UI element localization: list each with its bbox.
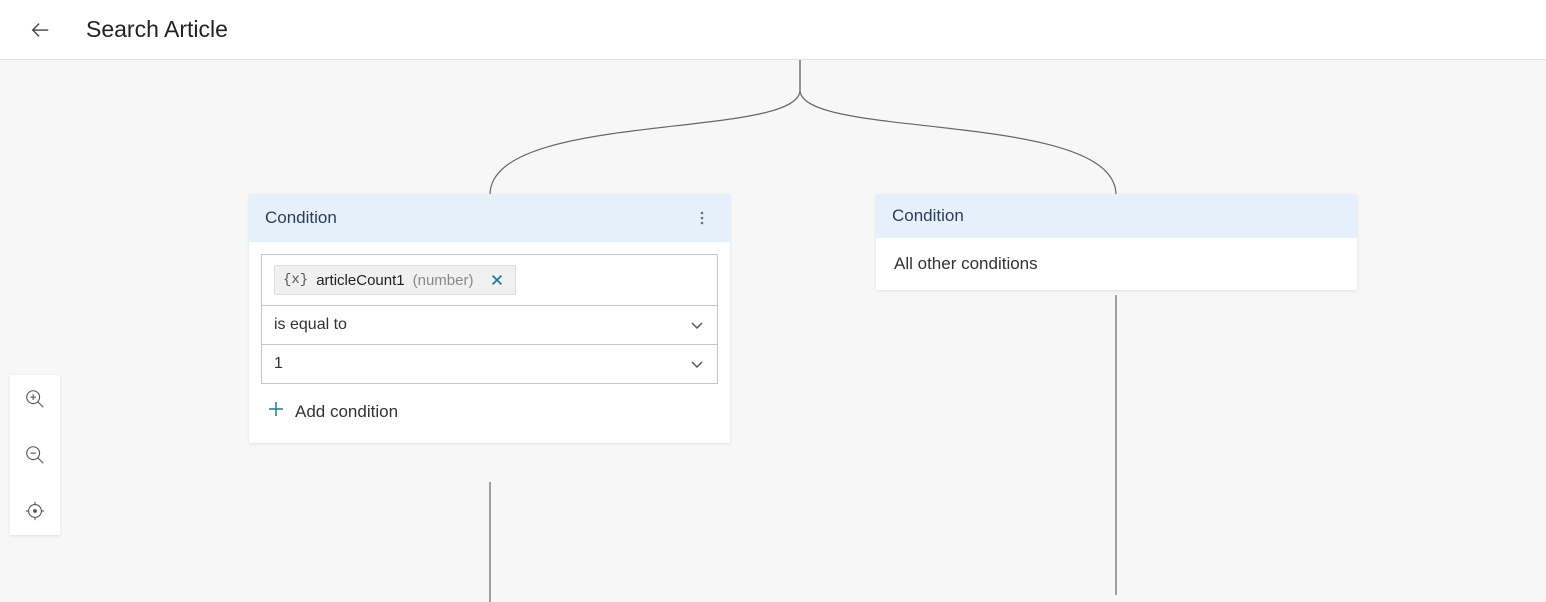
condition-body: {x} articleCount1 (number) is equal to 1 (249, 242, 730, 443)
target-icon (24, 500, 46, 522)
connector-down-left (489, 482, 491, 602)
back-button[interactable] (24, 14, 56, 46)
more-vertical-icon (694, 210, 710, 226)
add-condition-label: Add condition (295, 402, 398, 422)
condition-block: {x} articleCount1 (number) is equal to 1 (261, 254, 718, 384)
close-icon (490, 273, 504, 287)
all-other-conditions-text: All other conditions (876, 238, 1357, 290)
zoom-in-button[interactable] (19, 383, 51, 415)
variable-remove-button[interactable] (487, 270, 507, 290)
condition-variable-row[interactable]: {x} articleCount1 (number) (262, 255, 717, 306)
chevron-down-icon (689, 317, 705, 333)
connector-down-right (1115, 295, 1117, 595)
variable-chip: {x} articleCount1 (number) (274, 265, 516, 295)
zoom-out-icon (24, 444, 46, 466)
condition-card-right: Condition All other conditions (876, 194, 1357, 290)
card-title: Condition (265, 208, 337, 228)
card-header-left[interactable]: Condition (249, 194, 730, 242)
condition-value-row[interactable]: 1 (262, 345, 717, 383)
zoom-toolbar (10, 375, 60, 535)
branch-connector (0, 60, 1546, 200)
page-header: Search Article (0, 0, 1546, 60)
condition-operator-row[interactable]: is equal to (262, 306, 717, 345)
add-condition-button[interactable]: Add condition (261, 384, 718, 431)
operator-label: is equal to (274, 316, 347, 334)
arrow-left-icon (29, 19, 51, 41)
variable-type: (number) (413, 272, 474, 289)
fit-view-button[interactable] (19, 495, 51, 527)
condition-card-left: Condition {x} articleCount1 (number) (249, 194, 730, 443)
value-label: 1 (274, 355, 283, 373)
card-more-button[interactable] (690, 206, 714, 230)
variable-icon: {x} (283, 272, 308, 288)
flow-canvas[interactable]: Condition {x} articleCount1 (number) (0, 60, 1546, 586)
zoom-out-button[interactable] (19, 439, 51, 471)
card-title: Condition (892, 206, 964, 226)
card-header-right[interactable]: Condition (876, 194, 1357, 238)
variable-name: articleCount1 (316, 272, 404, 289)
page-title: Search Article (86, 16, 228, 43)
zoom-in-icon (24, 388, 46, 410)
chevron-down-icon (689, 356, 705, 372)
plus-icon (267, 400, 285, 423)
